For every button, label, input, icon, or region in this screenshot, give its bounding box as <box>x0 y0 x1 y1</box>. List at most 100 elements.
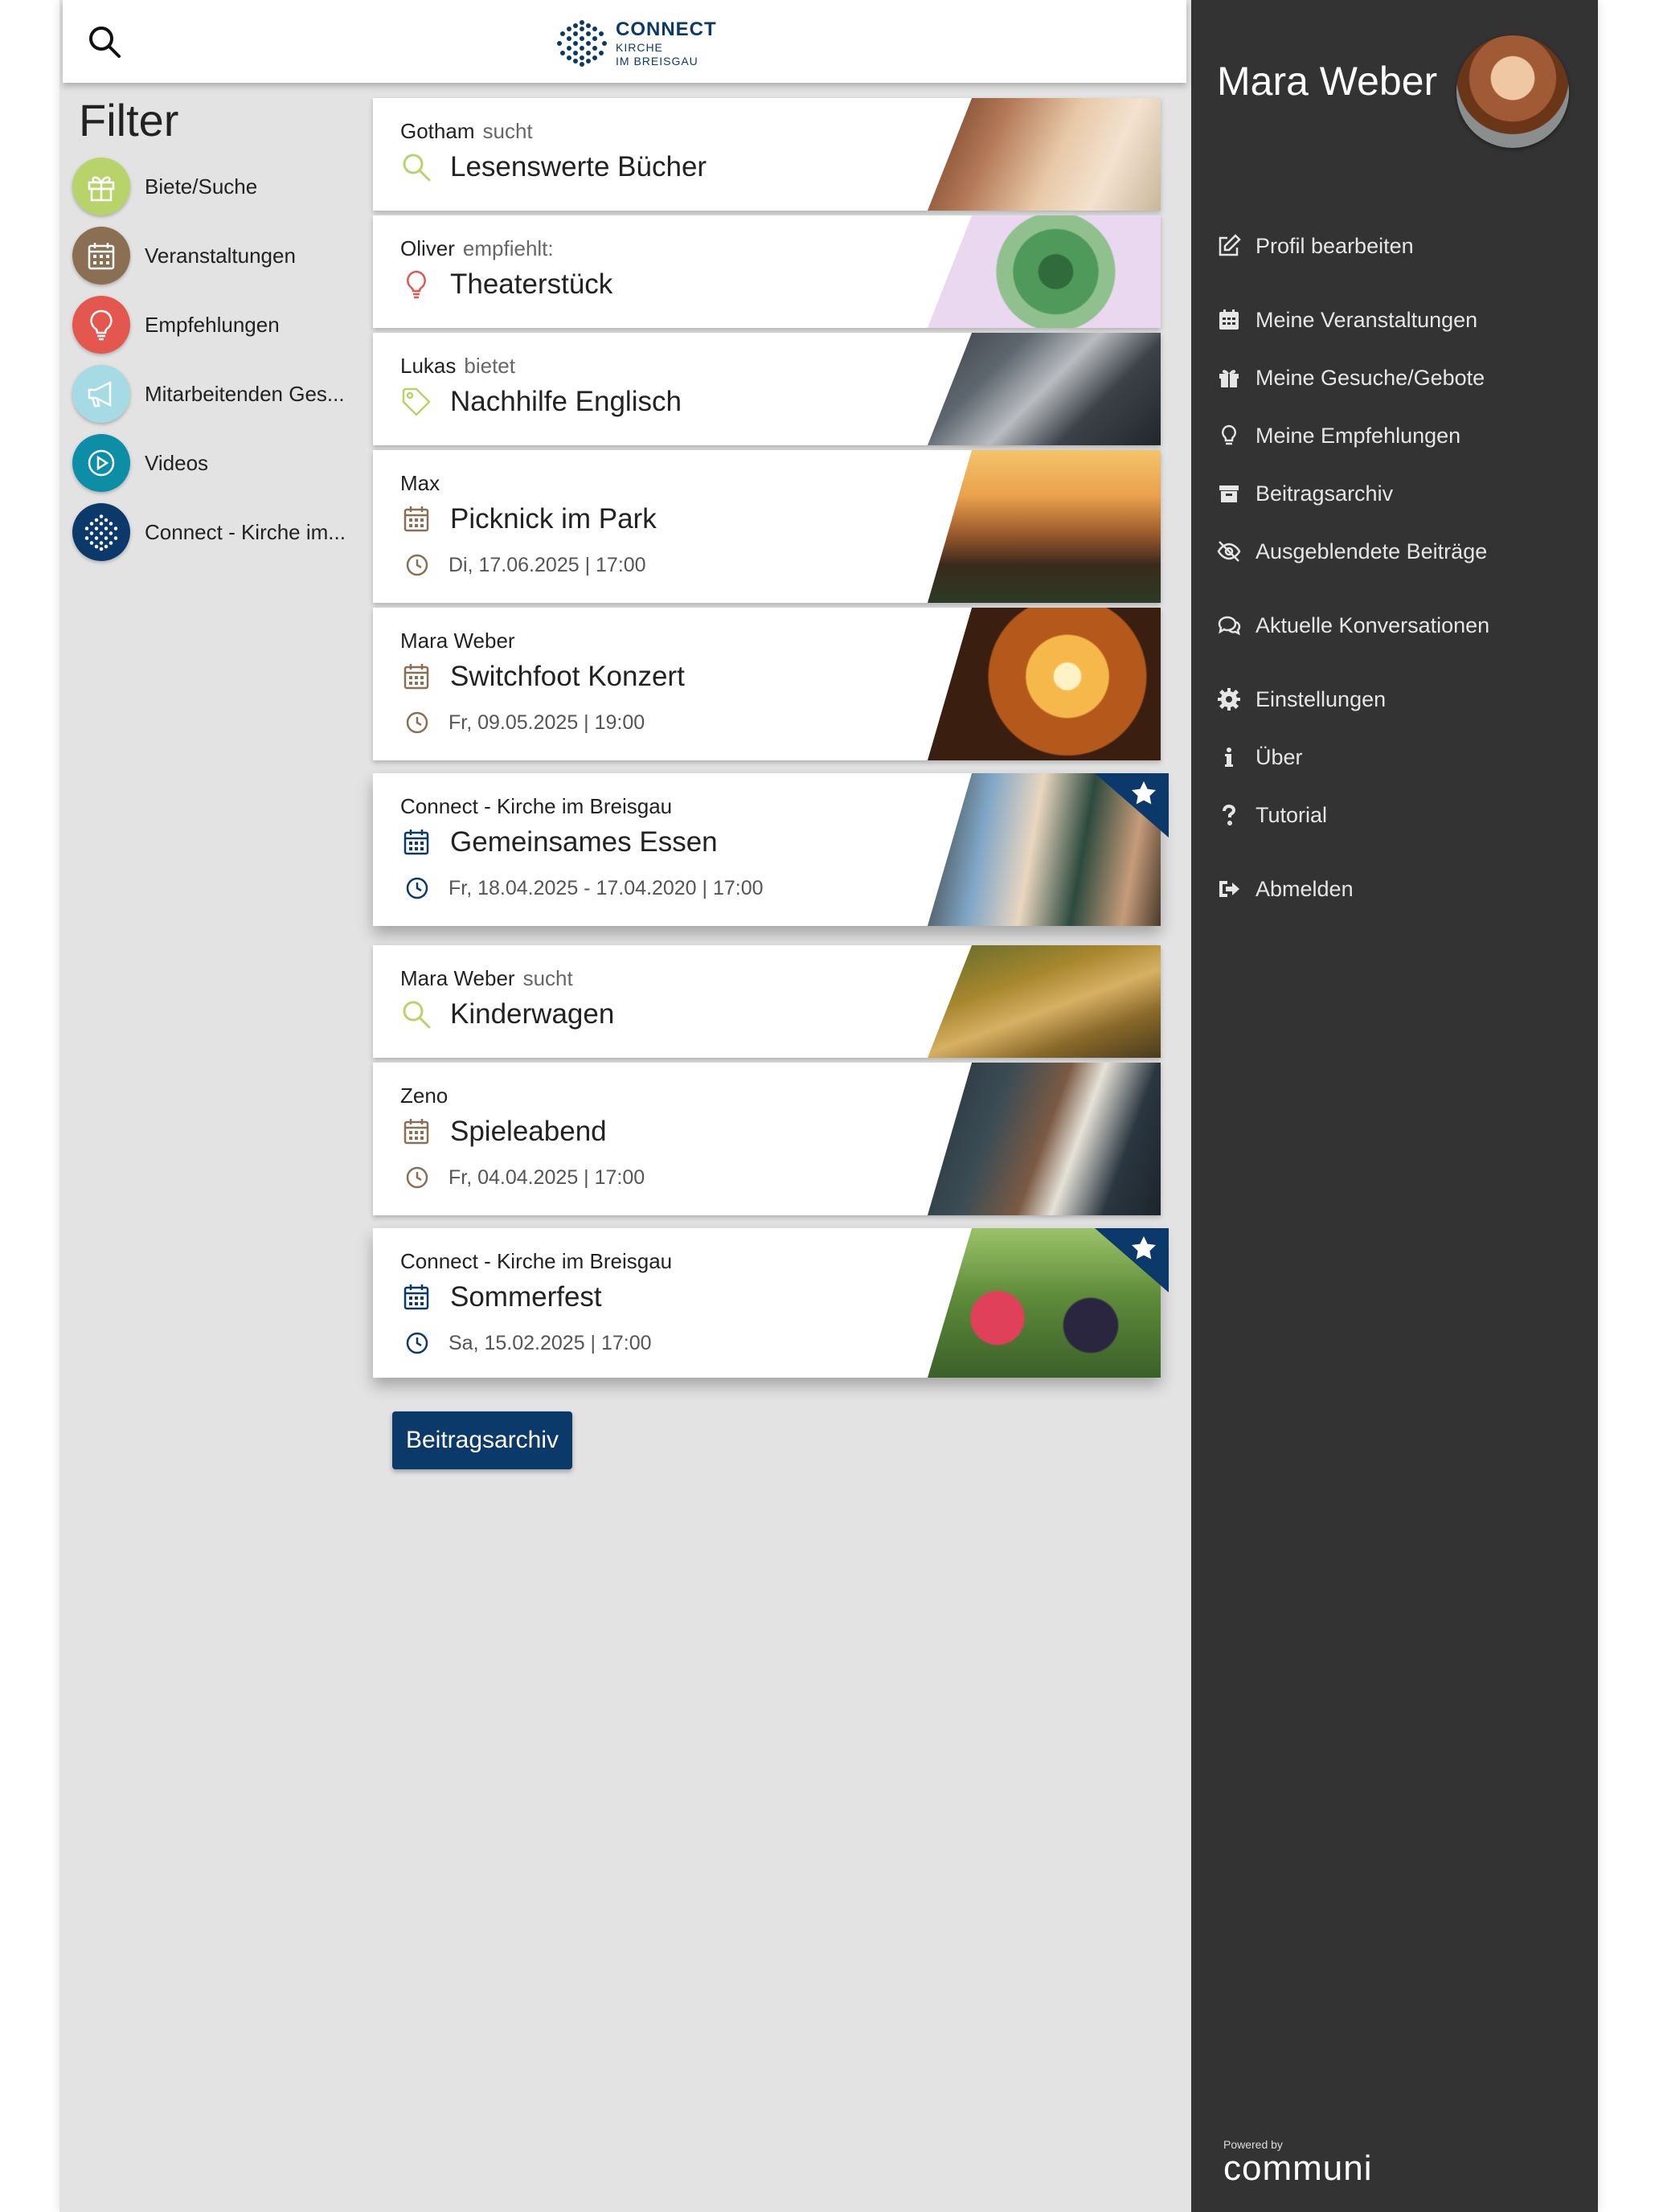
card-title: Spieleabend <box>450 1116 607 1147</box>
feed-card[interactable]: Lukas bietet Nachhilfe Englisch <box>373 333 1161 445</box>
card-meta: Connect - Kirche im Breisgau <box>400 794 672 819</box>
card-author: Lukas <box>400 354 457 378</box>
calendar-icon <box>403 1284 429 1310</box>
filter-label: Mitarbeitenden Ges... <box>145 381 345 406</box>
app-logo[interactable]: CONNECT KIRCHE IM BREISGAU <box>556 18 717 69</box>
user-panel: Mara Weber Profil bearbeiten Meine Veran… <box>1191 0 1598 2212</box>
menu-item-aktuelle-konversationen[interactable]: Aktuelle Konversationen <box>1215 608 1489 643</box>
feed-card[interactable]: Mara Weber sucht Kinderwagen <box>373 945 1161 1058</box>
tag-icon <box>402 387 431 416</box>
menu-item-ausgeblendete-beitraege[interactable]: Ausgeblendete Beiträge <box>1215 534 1487 569</box>
card-verb: empfiehlt: <box>462 236 554 260</box>
gift-icon <box>1215 364 1243 391</box>
card-title-row: Spieleabend <box>400 1116 607 1148</box>
menu-item-einstellungen[interactable]: Einstellungen <box>1215 682 1386 717</box>
card-meta: Oliver empfiehlt: <box>400 236 554 261</box>
search-button[interactable] <box>87 24 122 59</box>
feed-card[interactable]: Zeno Spieleabend Fr, 04.04.2025 | 17:00 <box>373 1063 1161 1215</box>
filter-label: Veranstaltungen <box>145 243 296 268</box>
card-image <box>928 1063 1161 1215</box>
filter-item-mitarbeitenden[interactable]: Mitarbeitenden Ges... <box>72 364 378 424</box>
clock-icon <box>406 1332 428 1354</box>
filter-item-connect[interactable]: Connect - Kirche im... <box>72 502 378 562</box>
filter-item-veranstaltungen[interactable]: Veranstaltungen <box>72 226 378 285</box>
archive-button[interactable]: Beitragsarchiv <box>392 1411 572 1469</box>
card-title-row: Switchfoot Konzert <box>400 661 685 693</box>
menu-label: Abmelden <box>1256 876 1354 901</box>
powered-by[interactable]: Powered by communi <box>1223 2138 1373 2186</box>
clock-icon <box>406 711 428 734</box>
card-author: Gotham <box>400 119 475 143</box>
menu-item-meine-veranstaltungen[interactable]: Meine Veranstaltungen <box>1215 302 1477 338</box>
card-title: Kinderwagen <box>450 998 615 1030</box>
filter-label: Connect - Kirche im... <box>145 519 346 544</box>
filter-label: Videos <box>145 450 209 475</box>
card-date: Fr, 09.05.2025 | 19:00 <box>449 711 645 734</box>
eye-slash-icon <box>1215 538 1243 565</box>
card-title-row: Theaterstück <box>400 268 612 301</box>
logout-icon <box>1215 875 1243 903</box>
filter-title: Filter <box>79 95 179 145</box>
communi-logo: communi <box>1223 2149 1373 2188</box>
card-image <box>928 608 1161 760</box>
card-meta: Mara Weber <box>400 629 515 653</box>
filter-badge <box>72 503 130 561</box>
card-title: Gemeinsames Essen <box>450 826 718 858</box>
feed-card-featured[interactable]: Connect - Kirche im Breisgau Sommerfest … <box>373 1228 1169 1378</box>
filter-item-biete-suche[interactable]: Biete/Suche <box>72 157 378 216</box>
avatar[interactable] <box>1456 35 1569 148</box>
card-author: Mara Weber <box>400 966 515 990</box>
card-meta: Lukas bietet <box>400 354 515 379</box>
menu-label: Meine Gesuche/Gebote <box>1256 365 1485 390</box>
menu-label: Meine Veranstaltungen <box>1256 307 1478 332</box>
card-author: Connect - Kirche im Breisgau <box>400 1249 673 1273</box>
filter-badge <box>72 365 130 423</box>
gift-icon <box>88 176 115 202</box>
top-bar: CONNECT KIRCHE IM BREISGAU <box>63 0 1186 83</box>
menu-item-profil-bearbeiten[interactable]: Profil bearbeiten <box>1215 228 1414 264</box>
feed-card[interactable]: Gotham sucht Lesenswerte Bücher <box>373 98 1161 211</box>
card-date-row: Fr, 09.05.2025 | 19:00 <box>405 711 645 735</box>
feed-card[interactable]: Oliver empfiehlt: Theaterstück <box>373 215 1161 328</box>
card-meta: Mara Weber sucht <box>400 966 573 991</box>
card-date: Di, 17.06.2025 | 17:00 <box>449 553 646 576</box>
calendar-icon <box>403 1119 429 1145</box>
filter-item-videos[interactable]: Videos <box>72 433 378 493</box>
card-title: Lesenswerte Bücher <box>450 151 707 182</box>
logo-line-3: IM BREISGAU <box>616 55 698 68</box>
menu-label: Meine Empfehlungen <box>1256 423 1461 448</box>
calendar-icon <box>1215 306 1243 334</box>
logo-line-1: CONNECT <box>616 18 717 40</box>
card-author: Connect - Kirche im Breisgau <box>400 794 673 818</box>
logo-text: CONNECT KIRCHE IM BREISGAU <box>616 18 717 68</box>
gear-icon <box>1215 686 1243 713</box>
clock-icon <box>406 1166 428 1189</box>
menu-item-meine-gesuche-gebote[interactable]: Meine Gesuche/Gebote <box>1215 360 1485 395</box>
filter-label: Empfehlungen <box>145 312 280 337</box>
menu-item-ueber[interactable]: Über <box>1215 739 1303 775</box>
card-date-row: Di, 17.06.2025 | 17:00 <box>405 553 646 577</box>
feed-card-featured[interactable]: Connect - Kirche im Breisgau Gemeinsames… <box>373 773 1169 926</box>
card-date-row: Fr, 04.04.2025 | 17:00 <box>405 1165 645 1190</box>
menu-label: Beitragsarchiv <box>1256 481 1394 506</box>
card-image <box>928 450 1161 603</box>
menu-item-abmelden[interactable]: Abmelden <box>1215 871 1354 907</box>
card-image <box>928 98 1161 211</box>
menu-item-beitragsarchiv[interactable]: Beitragsarchiv <box>1215 476 1393 511</box>
feed-card[interactable]: Mara Weber Switchfoot Konzert Fr, 09.05.… <box>373 608 1161 760</box>
connect-logo-icon <box>84 514 118 551</box>
card-image <box>928 945 1161 1058</box>
card-image <box>928 215 1161 328</box>
calendar-icon <box>403 830 429 855</box>
menu-label: Profil bearbeiten <box>1256 233 1414 258</box>
feed-card[interactable]: Max Picknick im Park Di, 17.06.2025 | 17… <box>373 450 1161 603</box>
menu-item-tutorial[interactable]: Tutorial <box>1215 797 1327 833</box>
filter-badge <box>72 296 130 354</box>
card-verb: bietet <box>464 354 515 378</box>
search-icon <box>403 154 431 182</box>
card-verb: sucht <box>522 966 573 990</box>
logo-line-2: KIRCHE <box>616 41 663 54</box>
card-title: Theaterstück <box>450 268 613 300</box>
menu-item-meine-empfehlungen[interactable]: Meine Empfehlungen <box>1215 418 1460 453</box>
filter-item-empfehlungen[interactable]: Empfehlungen <box>72 295 378 354</box>
